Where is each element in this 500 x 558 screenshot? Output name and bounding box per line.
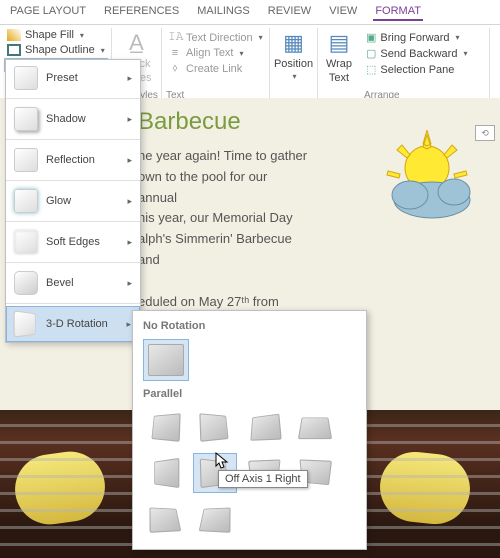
effects-shadow[interactable]: Shadow▸ <box>6 101 140 137</box>
selection-pane-icon: ⬚ <box>366 63 376 76</box>
sun-cloud-clipart <box>372 130 482 230</box>
tab-page-layout[interactable]: PAGE LAYOUT <box>8 3 88 21</box>
pencil-icon <box>7 44 21 56</box>
wrap-text-button[interactable]: ▤Wrap Text <box>320 28 358 87</box>
text-direction-icon: 𝙸𝙰 <box>168 31 182 44</box>
effects-reflection[interactable]: Reflection▸ <box>6 142 140 178</box>
rotation-submenu: No Rotation Parallel <box>132 310 367 550</box>
rotation-opt-10[interactable] <box>193 499 237 539</box>
rotation-none[interactable] <box>143 339 189 381</box>
align-text-button[interactable]: ≡Align Text▾ <box>166 46 265 60</box>
tab-mailings[interactable]: MAILINGS <box>195 3 252 21</box>
rotation-opt-5[interactable] <box>143 453 187 493</box>
send-backward-icon: ▢ <box>366 47 376 60</box>
effects-bevel[interactable]: Bevel▸ <box>6 265 140 301</box>
rotation-opt-3[interactable] <box>243 407 287 447</box>
tab-view[interactable]: VIEW <box>327 3 359 21</box>
shape-effects-menu: Preset▸ Shadow▸ Reflection▸ Glow▸ Soft E… <box>5 59 141 343</box>
tab-format[interactable]: FORMAT <box>373 3 423 21</box>
position-icon: ▦ <box>283 30 304 56</box>
rotation-opt-4[interactable] <box>293 407 337 447</box>
create-link-button[interactable]: ⬨Create Link <box>166 61 265 76</box>
bring-forward-icon: ▣ <box>366 31 376 44</box>
effects-glow[interactable]: Glow▸ <box>6 183 140 219</box>
rotation-tooltip: Off Axis 1 Right <box>218 470 308 488</box>
parallel-header: Parallel <box>139 385 360 403</box>
link-icon: ⬨ <box>168 62 182 75</box>
rotation-opt-9[interactable] <box>143 499 187 539</box>
selection-pane-button[interactable]: ⬚Selection Pane <box>364 62 469 77</box>
tab-references[interactable]: REFERENCES <box>102 3 181 21</box>
bring-forward-button[interactable]: ▣Bring Forward▾ <box>364 30 469 45</box>
shape-outline-button[interactable]: Shape Outline▾ <box>4 43 108 57</box>
send-backward-button[interactable]: ▢Send Backward▾ <box>364 46 469 61</box>
effects-preset[interactable]: Preset▸ <box>6 60 140 96</box>
position-button[interactable]: ▦Position▾ <box>268 28 319 83</box>
text-direction-button[interactable]: 𝙸𝙰Text Direction▾ <box>166 30 265 45</box>
effects-3d-rotation[interactable]: 3-D Rotation▸ <box>6 306 140 342</box>
mouse-cursor-icon <box>215 452 229 470</box>
rotation-opt-1[interactable] <box>143 407 187 447</box>
align-text-icon: ≡ <box>168 47 182 59</box>
styles-icon: A̲ <box>129 30 144 56</box>
tab-review[interactable]: REVIEW <box>266 3 313 21</box>
shape-fill-button[interactable]: Shape Fill▾ <box>4 28 108 42</box>
paint-bucket-icon <box>7 29 21 41</box>
no-rotation-header: No Rotation <box>139 317 360 335</box>
rotation-opt-2[interactable] <box>193 407 237 447</box>
effects-soft-edges[interactable]: Soft Edges▸ <box>6 224 140 260</box>
wrap-text-icon: ▤ <box>329 30 350 56</box>
